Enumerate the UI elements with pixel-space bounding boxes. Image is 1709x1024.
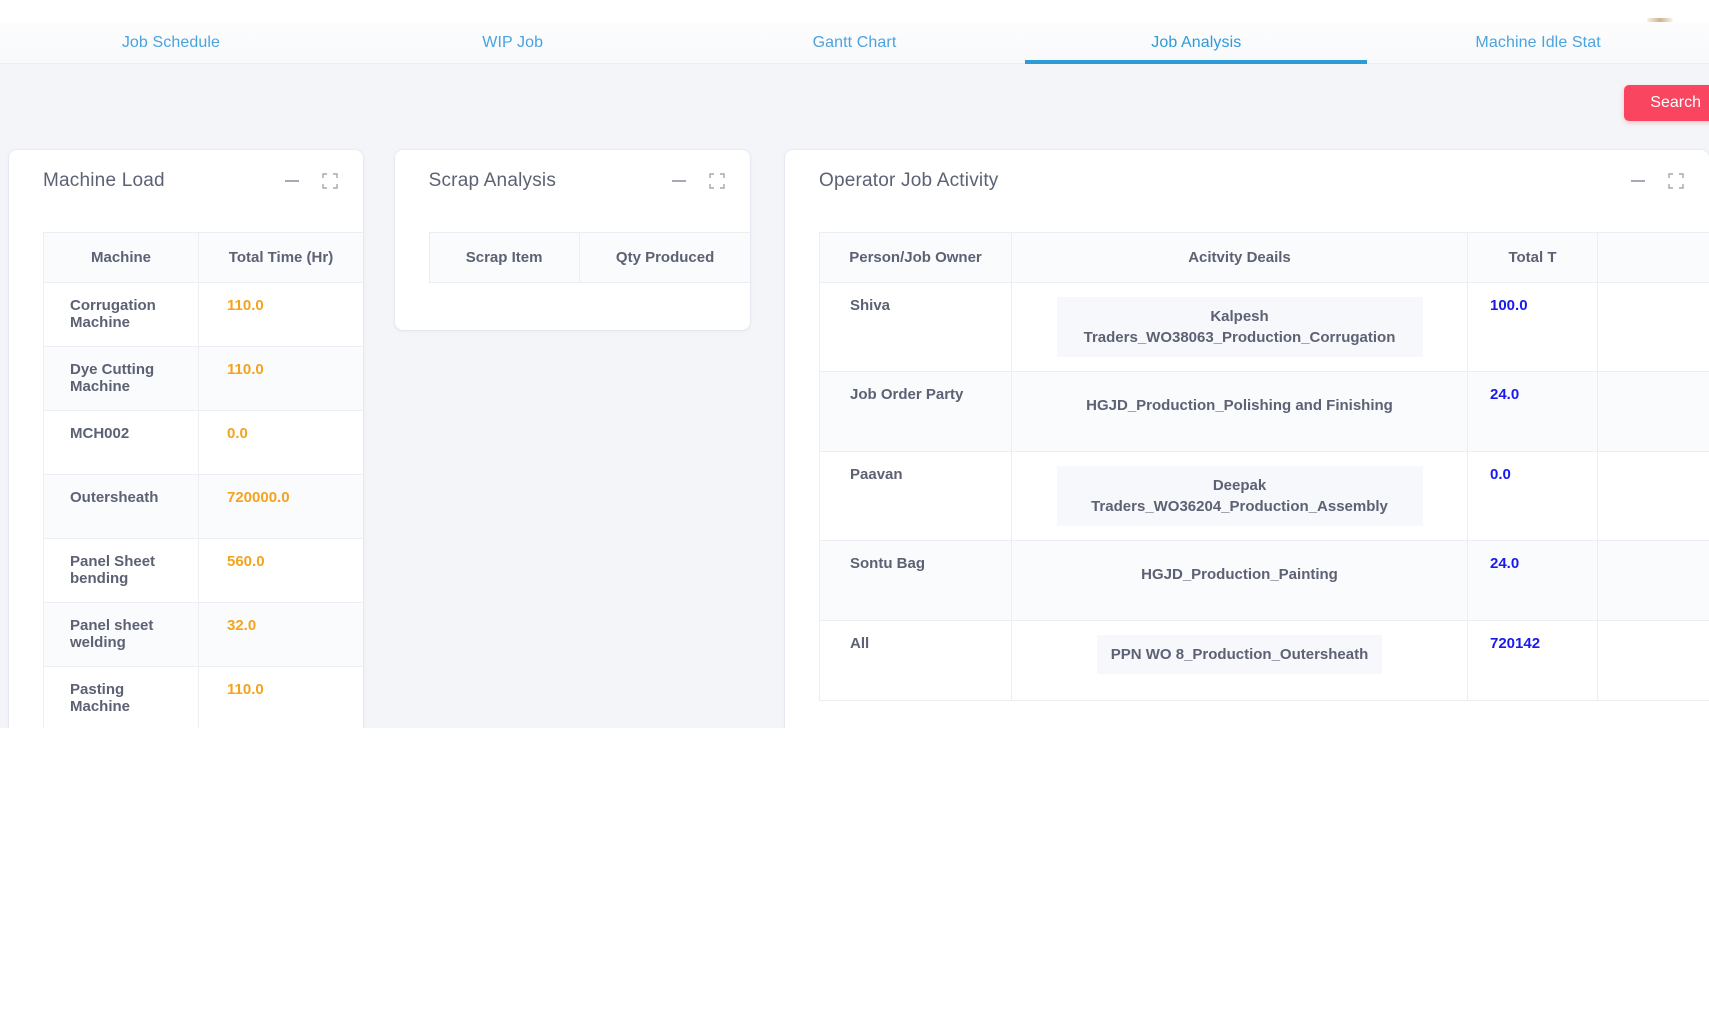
table-row[interactable]: Panel sheet welding 32.0 [43, 602, 363, 667]
tab-wip-job[interactable]: WIP Job [342, 22, 684, 63]
column-header: Person/Job Owner [819, 232, 1012, 283]
panel-scrap-analysis: Scrap Analysis Scrap Item Qty Produced [394, 150, 750, 330]
panel-title-machine-load: Machine Load [43, 170, 165, 191]
activity-details-cell: Kalpesh Traders_WO38063_Production_Corru… [1011, 282, 1468, 372]
activity-details-text: HGJD_Production_Polishing and Finishing [1086, 397, 1393, 414]
activity-details-text: Deepak Traders_WO36204_Production_Assemb… [1056, 466, 1423, 526]
column-header: Acitvity Deails [1011, 232, 1468, 283]
page-blank-area [0, 728, 1709, 1024]
column-header: Total T [1467, 232, 1598, 283]
panel-machine-load: Machine Load Machine Total Time (Hr) Cor… [9, 150, 363, 728]
column-header: Qty Produced [578, 232, 750, 283]
machine-name-cell: Corrugation Machine [43, 282, 199, 347]
table-row[interactable]: Paavan Deepak Traders_WO36204_Production_… [819, 451, 1709, 541]
table-row[interactable]: Dye Cutting Machine 110.0 [43, 346, 363, 411]
machine-total-time-cell: 110.0 [198, 666, 363, 728]
person-job-owner-cell: Paavan [819, 451, 1012, 541]
minimize-icon[interactable] [670, 172, 688, 190]
table-row[interactable]: Pasting Machine 110.0 [43, 666, 363, 728]
machine-total-time-cell: 720000.0 [198, 474, 363, 539]
person-job-owner-cell: All [819, 620, 1012, 701]
operator-job-activity-table: Person/Job Owner Acitvity Deails Total T S… [819, 232, 1709, 701]
toolbar: Search [0, 64, 1709, 144]
panel-tools-machine-load [283, 172, 339, 190]
person-job-owner-cell: Job Order Party [819, 371, 1012, 452]
expand-icon[interactable] [321, 172, 339, 190]
total-time-cell: 100.0 [1467, 282, 1598, 372]
tab-list: Job Schedule WIP Job Gantt Chart Job Analys… [0, 22, 1709, 64]
column-header: Total Time (Hr) [198, 232, 363, 283]
panel-operator-job-activity: Operator Job Activity Person/Job Owner Ac [785, 150, 1709, 728]
machine-load-table-wrap: Machine Total Time (Hr) Corrugation Machi… [9, 212, 363, 728]
search-button[interactable]: Search [1624, 85, 1709, 121]
total-time-cell: 0.0 [1467, 451, 1598, 541]
machine-name-cell: Panel sheet welding [43, 602, 199, 667]
machine-name-cell: MCH002 [43, 410, 199, 475]
table-row[interactable]: All PPN WO 8_Production_Outersheath 720142 [819, 620, 1709, 701]
main-tabbar: Job Schedule WIP Job Gantt Chart Job Analys… [0, 22, 1709, 64]
activity-details-cell: HGJD_Production_Polishing and Finishing [1011, 371, 1468, 452]
panel-title-operator-job-activity: Operator Job Activity [819, 170, 999, 191]
expand-icon[interactable] [1667, 172, 1685, 190]
column-header: Machine [43, 232, 199, 283]
panel-header-scrap-analysis: Scrap Analysis [395, 150, 750, 212]
minimize-icon[interactable] [1629, 172, 1647, 190]
total-time-cell: 720142 [1467, 620, 1598, 701]
table-row[interactable]: MCH002 0.0 [43, 410, 363, 475]
person-job-owner-cell: Shiva [819, 282, 1012, 372]
total-time-cell: 24.0 [1467, 540, 1598, 621]
machine-name-cell: Dye Cutting Machine [43, 346, 199, 411]
operator-job-activity-table-wrap: Person/Job Owner Acitvity Deails Total T S… [785, 212, 1709, 701]
table-header-row: Machine Total Time (Hr) [43, 232, 363, 283]
scrap-analysis-table-wrap: Scrap Item Qty Produced [395, 212, 750, 283]
machine-total-time-cell: 0.0 [198, 410, 363, 475]
activity-details-text: HGJD_Production_Painting [1141, 566, 1338, 583]
minimize-icon[interactable] [283, 172, 301, 190]
scrap-analysis-table: Scrap Item Qty Produced [428, 232, 750, 283]
activity-details-text: PPN WO 8_Production_Outersheath [1096, 635, 1383, 674]
machine-load-table: Machine Total Time (Hr) Corrugation Machi… [43, 232, 363, 728]
total-time-cell: 24.0 [1467, 371, 1598, 452]
operator-row-spacer [1597, 371, 1709, 452]
top-strip [0, 0, 1709, 22]
operator-row-spacer [1597, 282, 1709, 372]
column-header: Scrap Item [428, 232, 580, 283]
app-viewport: Job Schedule WIP Job Gantt Chart Job Analys… [0, 0, 1709, 728]
panel-title-scrap-analysis: Scrap Analysis [428, 170, 557, 191]
machine-total-time-cell: 110.0 [198, 346, 363, 411]
person-job-owner-cell: Sontu Bag [819, 540, 1012, 621]
tab-job-analysis[interactable]: Job Analysis [1025, 22, 1367, 64]
table-row[interactable]: Panel Sheet bending 560.0 [43, 538, 363, 603]
activity-details-cell: PPN WO 8_Production_Outersheath [1011, 620, 1468, 701]
machine-name-cell: Outersheath [43, 474, 199, 539]
table-row[interactable]: Outersheath 720000.0 [43, 474, 363, 539]
operator-row-spacer [1597, 620, 1709, 701]
tab-job-schedule[interactable]: Job Schedule [0, 22, 342, 63]
table-row[interactable]: Shiva Kalpesh Traders_WO38063_Production_… [819, 282, 1709, 372]
panel-header-machine-load: Machine Load [9, 150, 363, 212]
table-header-row: Scrap Item Qty Produced [428, 232, 750, 283]
machine-total-time-cell: 32.0 [198, 602, 363, 667]
tab-machine-idle-stat[interactable]: Machine Idle Stat [1367, 22, 1709, 63]
panel-row: Machine Load Machine Total Time (Hr) Cor… [0, 150, 1709, 728]
table-row[interactable]: Corrugation Machine 110.0 [43, 282, 363, 347]
expand-icon[interactable] [708, 172, 726, 190]
machine-name-cell: Pasting Machine [43, 666, 199, 728]
machine-total-time-cell: 560.0 [198, 538, 363, 603]
operator-row-spacer [1597, 451, 1709, 541]
activity-details-cell: Deepak Traders_WO36204_Production_Assemb… [1011, 451, 1468, 541]
activity-details-cell: HGJD_Production_Painting [1011, 540, 1468, 621]
operator-row-spacer [1597, 540, 1709, 621]
table-row[interactable]: Sontu Bag HGJD_Production_Painting 24.0 [819, 540, 1709, 621]
table-row[interactable]: Job Order Party HGJD_Production_Polishing… [819, 371, 1709, 452]
column-header-spacer [1597, 232, 1709, 283]
activity-details-text: Kalpesh Traders_WO38063_Production_Corru… [1056, 297, 1423, 357]
panel-header-operator-job-activity: Operator Job Activity [785, 150, 1709, 212]
table-header-row: Person/Job Owner Acitvity Deails Total T [819, 232, 1709, 283]
machine-total-time-cell: 110.0 [198, 282, 363, 347]
tab-gantt-chart[interactable]: Gantt Chart [684, 22, 1026, 63]
panel-tools-scrap-analysis [670, 172, 726, 190]
panel-tools-operator-job-activity [1629, 172, 1685, 190]
machine-name-cell: Panel Sheet bending [43, 538, 199, 603]
